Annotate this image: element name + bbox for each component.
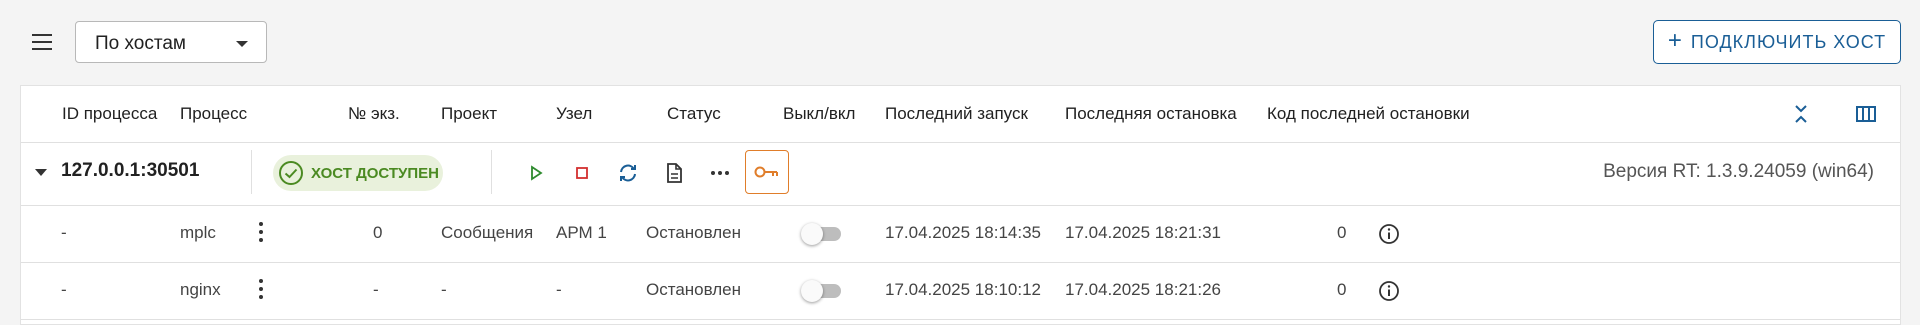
cell-project: Сообщения (441, 223, 534, 242)
kebab-icon[interactable] (251, 220, 271, 244)
col-header-status[interactable]: Статус (667, 104, 721, 124)
collapse-all-icon[interactable] (1784, 97, 1818, 131)
info-icon[interactable] (1378, 223, 1400, 245)
enable-toggle[interactable] (801, 223, 845, 245)
cell-pid: - (61, 280, 67, 299)
col-header-stop-code[interactable]: Код последней остановки (1267, 104, 1470, 124)
col-header-pid[interactable]: ID процесса (62, 104, 157, 124)
col-header-project[interactable]: Проект (441, 104, 497, 124)
cell-last-start: 17.04.2025 18:14:35 (885, 223, 1041, 242)
top-toolbar: По хостам + ПОДКЛЮЧИТЬ ХОСТ (0, 0, 1920, 85)
chevron-down-icon[interactable] (35, 169, 47, 176)
host-group-row: 127.0.0.1:30501 ХОСТ ДОСТУПЕН Версия RT:… (21, 142, 1900, 206)
enable-toggle[interactable] (801, 280, 845, 302)
runtime-version: Версия RT: 1.3.9.24059 (win64) (1603, 161, 1874, 182)
table-row: - nginx - - - Остановлен 17.04.2025 18:1… (21, 262, 1900, 320)
col-header-toggle[interactable]: Выкл/вкл (783, 104, 855, 124)
plus-icon: + (1667, 27, 1683, 54)
cell-node: АРМ 1 (556, 223, 607, 242)
group-by-select-value: По хостам (95, 33, 186, 54)
col-header-last-stop[interactable]: Последняя остановка (1065, 104, 1237, 124)
group-by-select[interactable]: По хостам (75, 21, 267, 63)
check-circle-icon (279, 161, 303, 185)
kebab-icon[interactable] (251, 277, 271, 301)
cell-stop-code: 0 (1337, 280, 1347, 299)
cell-process: mplc (180, 223, 216, 242)
cell-instance: - (373, 280, 379, 299)
cell-project: - (441, 280, 447, 299)
more-horizontal-icon[interactable] (703, 156, 737, 190)
host-address: 127.0.0.1:30501 (61, 160, 200, 181)
table-header: ID процесса Процесс № экз. Проект Узел С… (21, 86, 1900, 143)
key-icon[interactable] (745, 150, 789, 194)
col-header-process[interactable]: Процесс (180, 104, 247, 124)
cell-pid: - (61, 223, 67, 242)
restart-icon[interactable] (611, 156, 645, 190)
menu-icon[interactable] (28, 30, 56, 54)
info-icon[interactable] (1378, 280, 1400, 302)
cell-last-stop: 17.04.2025 18:21:26 (1065, 280, 1221, 299)
play-icon[interactable] (519, 156, 553, 190)
cell-last-start: 17.04.2025 18:10:12 (885, 280, 1041, 299)
divider (251, 150, 252, 194)
cell-status: Остановлен (646, 223, 742, 242)
cell-stop-code: 0 (1337, 223, 1347, 242)
col-header-last-start[interactable]: Последний запуск (885, 104, 1028, 124)
cell-node: - (556, 280, 562, 299)
status-badge: ХОСТ ДОСТУПЕН (273, 155, 443, 191)
cell-status: Остановлен (646, 280, 742, 299)
host-status-label: ХОСТ ДОСТУПЕН (311, 164, 439, 182)
stop-icon[interactable] (565, 156, 599, 190)
document-icon[interactable] (657, 156, 691, 190)
cell-process: nginx (180, 280, 221, 299)
table-row: - mplc 0 Сообщения АРМ 1 Остановлен 17.0… (21, 205, 1900, 263)
col-header-instance[interactable]: № экз. (348, 104, 400, 124)
connect-host-button[interactable]: + ПОДКЛЮЧИТЬ ХОСТ (1653, 20, 1901, 64)
cell-instance: 0 (373, 223, 383, 242)
chevron-down-icon (236, 41, 248, 47)
divider (491, 150, 492, 194)
col-header-node[interactable]: Узел (556, 104, 592, 124)
columns-icon[interactable] (1849, 97, 1883, 131)
processes-table: ID процесса Процесс № экз. Проект Узел С… (20, 85, 1901, 325)
connect-host-label: ПОДКЛЮЧИТЬ ХОСТ (1690, 31, 1887, 52)
cell-last-stop: 17.04.2025 18:21:31 (1065, 223, 1221, 242)
